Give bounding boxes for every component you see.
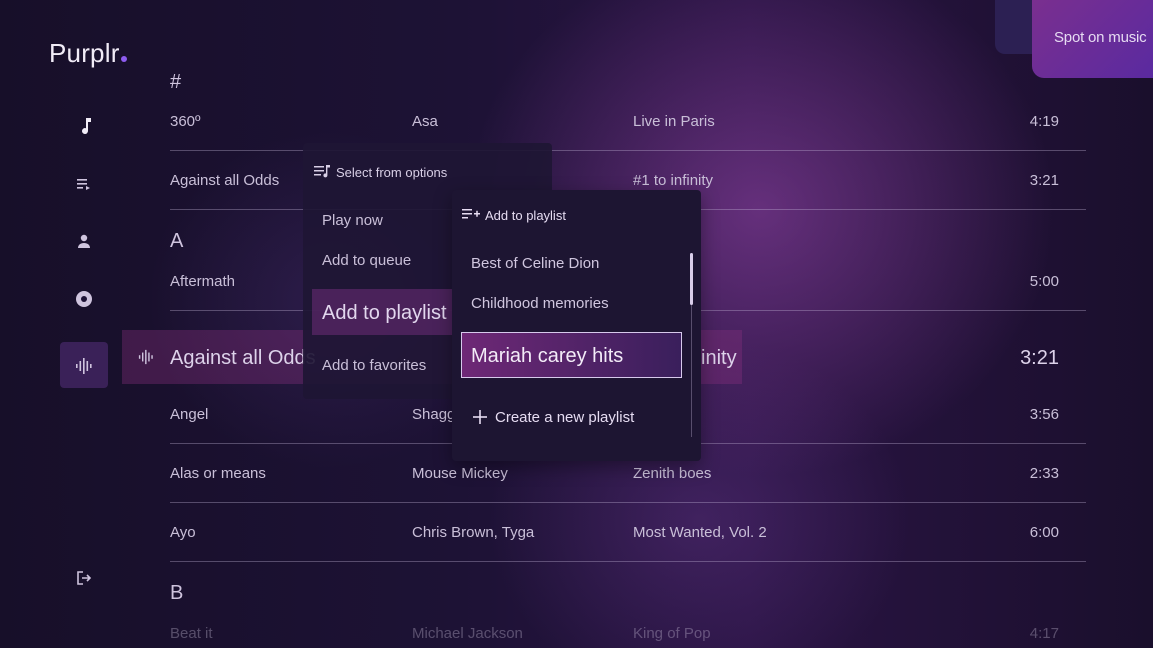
logout-icon[interactable] [74, 568, 94, 588]
create-playlist-button[interactable]: Create a new playlist [495, 409, 634, 426]
track-artist: Chris Brown, Tyga [412, 524, 535, 541]
track-artist: Shagg [412, 406, 456, 423]
track-duration: 3:21 [1029, 172, 1059, 189]
playlist-item[interactable]: Childhood memories [471, 295, 609, 312]
track-artist: Mouse Mickey [412, 465, 508, 482]
track-title[interactable]: Aftermath [170, 273, 235, 290]
track-album: Live in Paris [633, 113, 715, 130]
track-title[interactable]: Against all Odds [170, 172, 279, 189]
menu-item-play-now[interactable]: Play now [322, 212, 383, 229]
track-title[interactable]: 360º [170, 113, 201, 130]
track-duration: 6:00 [1029, 524, 1059, 541]
track-album: #1 to infinity [633, 172, 714, 189]
menu-item-add-to-playlist[interactable]: Add to playlist [322, 302, 447, 325]
user-icon[interactable] [74, 231, 94, 251]
track-title[interactable]: Beat it [170, 625, 213, 642]
track-title[interactable]: Angel [170, 406, 208, 423]
track-artist: Michael Jackson [412, 625, 523, 642]
promo-label: Spot on music [1054, 29, 1147, 46]
row-divider [170, 502, 1086, 503]
track-album: King of Pop [633, 625, 711, 642]
track-title[interactable]: Ayo [170, 524, 196, 541]
playlist-item-label: Mariah carey hits [471, 345, 624, 367]
track-album: Zenith boes [633, 465, 712, 482]
playlist-add-icon [462, 207, 480, 226]
track-duration: 4:17 [1029, 625, 1059, 642]
plus-icon [473, 410, 487, 429]
logo-dot [120, 56, 127, 62]
section-header: A [170, 230, 184, 252]
track-duration: 3:56 [1029, 406, 1059, 423]
track-title[interactable]: Against all Odds [170, 347, 316, 370]
track-duration: 5:00 [1029, 273, 1059, 290]
music-note-icon[interactable] [74, 116, 94, 136]
track-album: inity [701, 347, 737, 369]
track-title[interactable]: Alas or means [170, 465, 266, 482]
queue-icon[interactable] [74, 174, 94, 194]
album-icon[interactable] [74, 289, 94, 309]
section-header: B [170, 582, 184, 604]
playlist-submenu-title: Add to playlist [485, 208, 566, 223]
menu-item-add-to-queue[interactable]: Add to queue [322, 252, 411, 269]
equalizer-icon[interactable] [74, 356, 94, 376]
playlist-options-icon [314, 164, 330, 183]
section-header: # [170, 71, 182, 93]
row-divider [170, 561, 1086, 562]
logo-text: Purplr [49, 38, 120, 68]
track-duration: 3:21 [1020, 347, 1059, 369]
track-duration: 2:33 [1029, 465, 1059, 482]
track-album: Most Wanted, Vol. 2 [633, 524, 767, 541]
options-menu-title: Select from options [336, 165, 448, 180]
track-duration: 4:19 [1029, 113, 1059, 130]
playlist-item[interactable]: Best of Celine Dion [471, 255, 599, 272]
track-artist: Asa [412, 113, 438, 130]
app-logo: Purplr [49, 38, 127, 69]
menu-item-add-to-favorites[interactable]: Add to favorites [322, 357, 426, 374]
scrollbar-thumb[interactable] [690, 253, 693, 305]
equalizer-icon [138, 349, 154, 370]
